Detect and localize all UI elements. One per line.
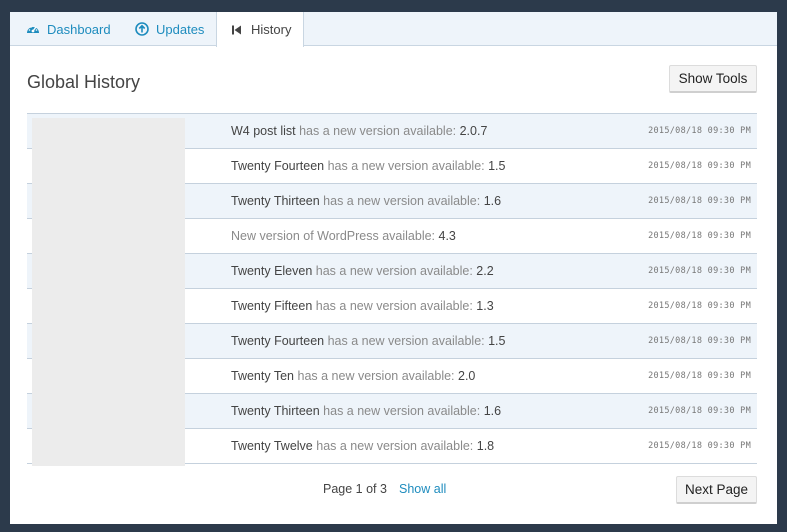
- message-text: has a new version available:: [324, 334, 489, 348]
- message-text: has a new version available:: [294, 369, 458, 383]
- item-name: Twenty Thirteen: [231, 404, 320, 418]
- timestamp: 2015/08/18 09:30 PM: [648, 161, 751, 171]
- page-indicator: Page 1 of 3: [323, 482, 387, 496]
- message-text: has a new version available:: [319, 194, 484, 208]
- version-number: 2.0.7: [459, 124, 488, 138]
- next-page-button[interactable]: Next Page: [676, 476, 757, 504]
- history-message: New version of WordPress available: 4.3: [231, 229, 456, 243]
- message-text: has a new version available:: [324, 159, 489, 173]
- timestamp: 2015/08/18 09:30 PM: [648, 371, 751, 381]
- message-text: New version of WordPress available:: [231, 229, 439, 243]
- version-number: 2.2: [476, 264, 494, 278]
- history-message: Twenty Ten has a new version available: …: [231, 369, 475, 383]
- show-tools-button[interactable]: Show Tools: [669, 65, 757, 93]
- timestamp: 2015/08/18 09:30 PM: [648, 441, 751, 451]
- item-name: Twenty Twelve: [231, 439, 313, 453]
- skip-back-icon: [230, 23, 244, 37]
- version-number: 1.6: [483, 194, 502, 208]
- version-number: 1.3: [476, 299, 494, 313]
- item-name: Twenty Thirteen: [231, 194, 320, 208]
- item-name: Twenty Fifteen: [231, 299, 313, 313]
- tab-updates[interactable]: Updates: [135, 12, 204, 46]
- version-number: 2.0: [458, 369, 476, 383]
- item-name: Twenty Fourteen: [231, 334, 325, 348]
- message-text: has a new version available:: [312, 439, 477, 453]
- tab-bar: Dashboard Updates History: [10, 12, 777, 47]
- thumbnail-placeholder: [32, 118, 185, 466]
- message-text: has a new version available:: [295, 124, 460, 138]
- dashboard-icon: [26, 22, 40, 36]
- tab-updates-label: Updates: [156, 21, 205, 37]
- tab-dashboard-label: Dashboard: [47, 21, 111, 37]
- timestamp: 2015/08/18 09:30 PM: [648, 231, 751, 241]
- timestamp: 2015/08/18 09:30 PM: [648, 336, 751, 346]
- item-name: Twenty Eleven: [231, 264, 313, 278]
- item-name: Twenty Fourteen: [231, 159, 325, 173]
- item-name: Twenty Ten: [231, 369, 295, 383]
- version-number: 4.3: [438, 229, 456, 243]
- version-number: 1.6: [483, 404, 502, 418]
- timestamp: 2015/08/18 09:30 PM: [648, 126, 751, 136]
- history-message: Twenty Thirteen has a new version availa…: [231, 194, 501, 208]
- version-number: 1.8: [476, 439, 495, 453]
- message-text: has a new version available:: [312, 264, 477, 278]
- history-message: W4 post list has a new version available…: [231, 124, 487, 138]
- timestamp: 2015/08/18 09:30 PM: [648, 266, 751, 276]
- history-message: Twenty Fourteen has a new version availa…: [231, 159, 505, 173]
- arrow-up-circle-icon: [135, 22, 149, 36]
- tab-dashboard[interactable]: Dashboard: [26, 12, 111, 46]
- version-number: 1.5: [488, 159, 506, 173]
- timestamp: 2015/08/18 09:30 PM: [648, 301, 751, 311]
- history-message: Twenty Thirteen has a new version availa…: [231, 404, 501, 418]
- timestamp: 2015/08/18 09:30 PM: [648, 196, 751, 206]
- tab-history[interactable]: History: [216, 12, 304, 47]
- history-message: Twenty Fourteen has a new version availa…: [231, 334, 505, 348]
- message-text: has a new version available:: [319, 404, 484, 418]
- history-panel: Dashboard Updates History Global History…: [10, 12, 777, 524]
- version-number: 1.5: [488, 334, 506, 348]
- item-name: W4 post list: [231, 124, 296, 138]
- message-text: has a new version available:: [312, 299, 477, 313]
- history-message: Twenty Twelve has a new version availabl…: [231, 439, 494, 453]
- history-message: Twenty Fifteen has a new version availab…: [231, 299, 494, 313]
- timestamp: 2015/08/18 09:30 PM: [648, 406, 751, 416]
- page-title: Global History: [27, 72, 141, 92]
- tab-history-label: History: [251, 22, 292, 37]
- history-message: Twenty Eleven has a new version availabl…: [231, 264, 494, 278]
- show-all-link[interactable]: Show all: [399, 482, 446, 496]
